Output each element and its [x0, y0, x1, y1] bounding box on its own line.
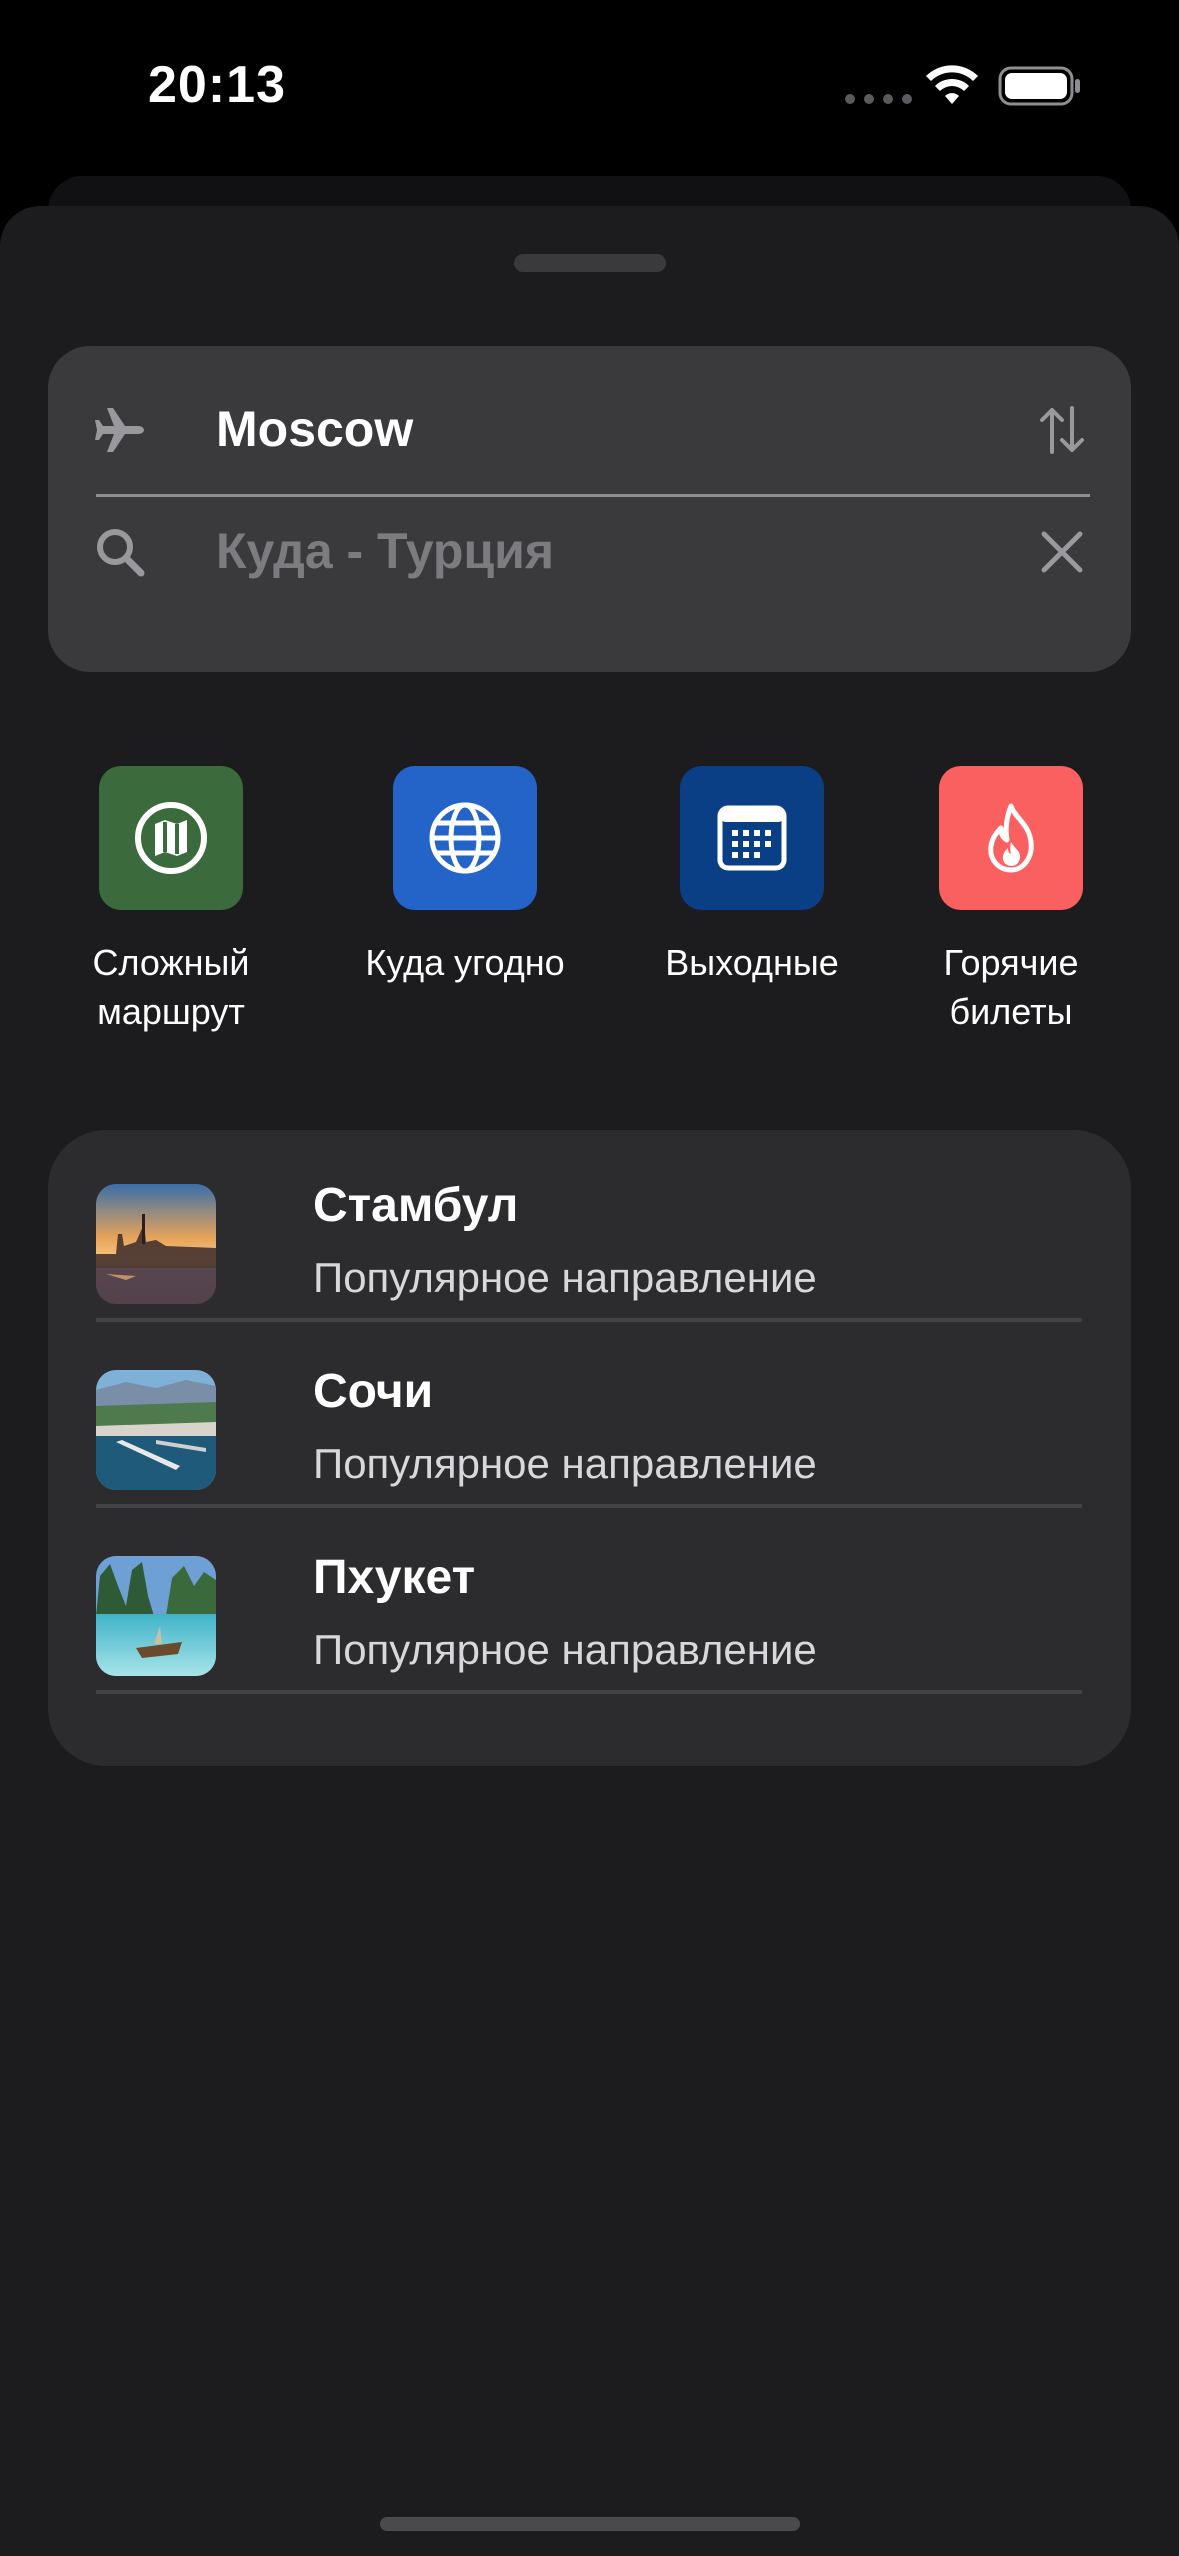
flame-icon — [939, 766, 1083, 910]
quick-action-label: Горячие билеты — [943, 942, 1079, 1032]
screen: 20:13 Moscow Куда - Турция Сложный маршр… — [0, 0, 1179, 2556]
quick-action-complex-route[interactable]: Сложный маршрут — [41, 766, 301, 1036]
swap-arrows-icon[interactable] — [1038, 404, 1086, 456]
map-icon — [99, 766, 243, 910]
search-sheet: Moscow Куда - Турция Сложный маршрут Куд… — [0, 206, 1179, 2556]
destination-subtitle: Популярное направление — [313, 1626, 817, 1673]
calendar-icon — [680, 766, 824, 910]
status-time: 20:13 — [148, 56, 286, 114]
destination-field[interactable]: Куда - Турция — [94, 496, 1086, 606]
destination-title: Пхукет — [313, 1551, 476, 1604]
popular-destinations-list: Стамбул Популярное направление Сочи Попу… — [48, 1130, 1131, 1766]
quick-action-hot-tickets[interactable]: Горячие билеты — [881, 766, 1141, 1036]
airplane-icon — [95, 408, 144, 452]
list-item[interactable]: Стамбул Популярное направление — [96, 1130, 1082, 1322]
search-icon — [97, 529, 145, 577]
quick-actions: Сложный маршрут Куда угодно Выходные Гор… — [48, 766, 1131, 1046]
quick-action-label: Выходные — [665, 942, 839, 983]
quick-action-anywhere[interactable]: Куда угодно — [335, 766, 595, 987]
istanbul-photo — [96, 1184, 216, 1304]
sochi-photo — [96, 1370, 216, 1490]
close-icon[interactable] — [1038, 526, 1086, 578]
wifi-icon — [926, 65, 978, 104]
phuket-photo — [96, 1556, 216, 1676]
cellular-signal-icon — [845, 94, 912, 104]
destination-placeholder: Куда - Турция — [216, 523, 555, 579]
status-bar: 20:13 — [0, 0, 1179, 170]
search-card: Moscow Куда - Турция — [48, 346, 1131, 672]
sheet-grabber[interactable] — [514, 254, 666, 272]
home-indicator — [380, 2517, 800, 2531]
list-divider — [96, 1690, 1082, 1694]
origin-value: Moscow — [216, 401, 414, 457]
destination-title: Стамбул — [313, 1179, 519, 1232]
destination-subtitle: Популярное направление — [313, 1440, 817, 1487]
destination-title: Сочи — [313, 1365, 434, 1418]
battery-icon — [998, 66, 1080, 106]
list-item[interactable]: Сочи Популярное направление — [96, 1316, 1082, 1508]
quick-action-label: Куда угодно — [365, 942, 565, 983]
quick-action-weekend[interactable]: Выходные — [622, 766, 882, 987]
destination-subtitle: Популярное направление — [313, 1254, 817, 1301]
list-item[interactable]: Пхукет Популярное направление — [96, 1502, 1082, 1694]
origin-field[interactable]: Moscow — [94, 374, 1086, 484]
globe-icon — [393, 766, 537, 910]
quick-action-label: Сложный маршрут — [92, 942, 250, 1032]
